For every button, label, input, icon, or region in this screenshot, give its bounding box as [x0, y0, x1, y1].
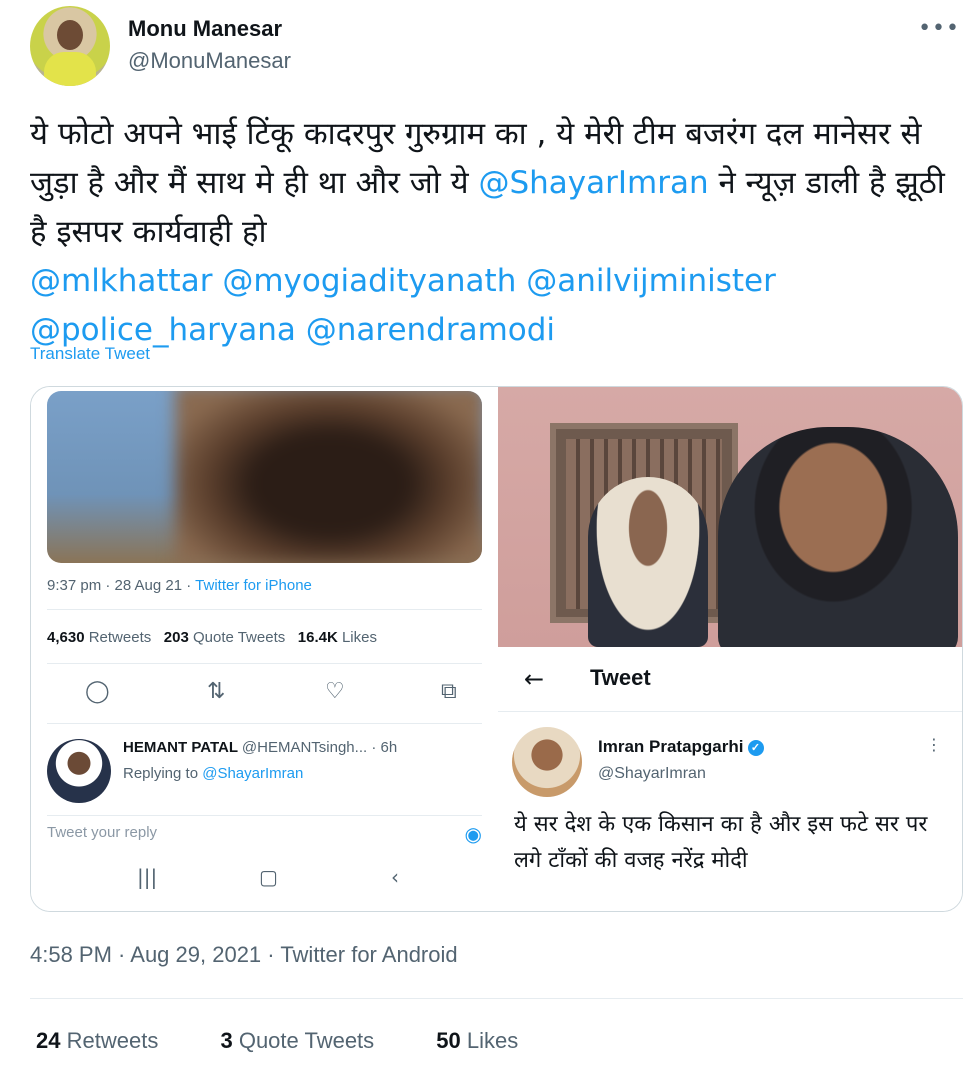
- screenshot-likes-label: Likes: [341, 629, 377, 646]
- quote-tweets-count: 3: [220, 1028, 233, 1053]
- quoted-avatar: [512, 727, 582, 797]
- more-icon[interactable]: •••: [918, 16, 960, 41]
- reply-author: HEMANT PATAL @HEMANTsingh... · 6h: [123, 739, 397, 756]
- author-display-name[interactable]: Monu Manesar: [128, 16, 282, 42]
- photo-two-men[interactable]: [498, 387, 962, 647]
- home-icon: ▢: [259, 865, 278, 889]
- screenshot-likes-count: 16.4K: [297, 629, 338, 646]
- retweets-label: Retweets: [66, 1028, 159, 1053]
- mention-mlkhattar[interactable]: @mlkhattar: [30, 263, 212, 299]
- mention-anilvijminister[interactable]: @anilvijminister: [526, 263, 776, 299]
- screenshot-stats: 4,630 Retweets 203 Quote Tweets 16.4K Li…: [47, 629, 377, 646]
- mention-police-haryana[interactable]: @police_haryana: [30, 312, 296, 348]
- screenshot-quotes-count: 203: [163, 629, 189, 646]
- blur-region: [175, 391, 482, 563]
- quoted-author-name: Imran Pratapgarhi: [598, 737, 744, 756]
- retweets-stat[interactable]: 24 Retweets: [36, 1028, 186, 1053]
- replying-to-mention: @ShayarImran: [202, 765, 304, 782]
- camera-icon: ◉: [464, 824, 482, 846]
- back-arrow-icon: ←: [524, 665, 545, 693]
- screenshot-actions: ◯ ⇅ ♡ ⧉: [47, 679, 482, 709]
- heart-icon: ♡: [325, 679, 345, 704]
- reply-placeholder: Tweet your reply: [47, 824, 158, 841]
- tweet-stats: 24 Retweets 3 Quote Tweets 50 Likes: [36, 1028, 574, 1054]
- quoted-tweet-screenshot[interactable]: ← Tweet Imran Pratapgarhi ✓ @ShayarImran …: [498, 649, 962, 911]
- tweet-text: ये फोटो अपने भाई टिंकू कादरपुर गुरुग्राम…: [30, 110, 950, 355]
- quoted-header-title: Tweet: [590, 665, 651, 690]
- author-handle[interactable]: @MonuManesar: [128, 48, 291, 74]
- photo-person-bandaged: [588, 477, 708, 647]
- more-icon: ⋮: [926, 735, 942, 754]
- screenshot-quotes-label: Quote Tweets: [192, 629, 286, 646]
- android-nav-bar: ||| ▢ ‹: [47, 865, 482, 895]
- quoted-author-handle: @ShayarImran: [598, 765, 706, 782]
- screenshot-retweets-label: Retweets: [88, 629, 152, 646]
- avatar[interactable]: [30, 6, 110, 86]
- retweet-icon: ⇅: [207, 679, 226, 704]
- quote-tweets-stat[interactable]: 3 Quote Tweets: [220, 1028, 402, 1053]
- tweet-timestamp[interactable]: 4:58 PM · Aug 29, 2021 · Twitter for And…: [30, 942, 458, 968]
- quoted-author: Imran Pratapgarhi ✓: [598, 737, 764, 757]
- likes-count: 50: [436, 1028, 461, 1053]
- tweet-header: Monu Manesar @MonuManesar •••: [30, 6, 960, 86]
- screenshot-meta-source: Twitter for iPhone: [195, 577, 312, 594]
- reply-avatar: [47, 739, 111, 803]
- screenshot-retweets-count: 4,630: [47, 629, 85, 646]
- likes-label: Likes: [466, 1028, 519, 1053]
- screenshot-meta-time: 9:37 pm · 28 Aug 21 ·: [47, 577, 196, 594]
- divider: [498, 711, 962, 712]
- reply-author-handle: @HEMANTsingh...: [241, 739, 368, 756]
- tweet-media[interactable]: 9:37 pm · 28 Aug 21 · Twitter for iPhone…: [30, 386, 963, 912]
- replying-to: Replying to @ShayarImran: [123, 765, 303, 782]
- reply-input: Tweet your reply ◉: [47, 815, 482, 849]
- likes-stat[interactable]: 50 Likes: [436, 1028, 546, 1053]
- avatar-face: [57, 20, 83, 50]
- quoted-text: ये सर देश के एक किसान का है और इस फटे सर…: [514, 812, 928, 873]
- translate-tweet-link[interactable]: Translate Tweet: [30, 344, 150, 364]
- back-icon: ‹: [391, 865, 399, 889]
- screenshot-meta: 9:37 pm · 28 Aug 21 · Twitter for iPhone: [47, 577, 312, 594]
- divider: [47, 663, 482, 664]
- reply-time: · 6h: [371, 739, 398, 756]
- embedded-screenshot[interactable]: 9:37 pm · 28 Aug 21 · Twitter for iPhone…: [31, 387, 496, 911]
- reply-icon: ◯: [85, 679, 110, 704]
- retweets-count: 24: [36, 1028, 61, 1053]
- replying-to-label: Replying to: [123, 765, 199, 782]
- share-icon: ⧉: [441, 679, 457, 704]
- divider: [47, 723, 482, 724]
- mention-shayarimran[interactable]: @ShayarImran: [478, 165, 708, 201]
- blurred-photo: [47, 391, 482, 563]
- verified-icon: ✓: [747, 740, 764, 756]
- photo-person-beard: [718, 427, 958, 647]
- mention-myogiadityanath[interactable]: @myogiadityanath: [222, 263, 516, 299]
- recents-icon: |||: [137, 865, 158, 889]
- divider: [47, 609, 482, 610]
- mention-narendramodi[interactable]: @narendramodi: [306, 312, 555, 348]
- avatar-vest: [44, 52, 96, 86]
- quote-tweets-label: Quote Tweets: [238, 1028, 375, 1053]
- reply-author-name: HEMANT PATAL: [123, 739, 238, 756]
- divider: [30, 998, 963, 999]
